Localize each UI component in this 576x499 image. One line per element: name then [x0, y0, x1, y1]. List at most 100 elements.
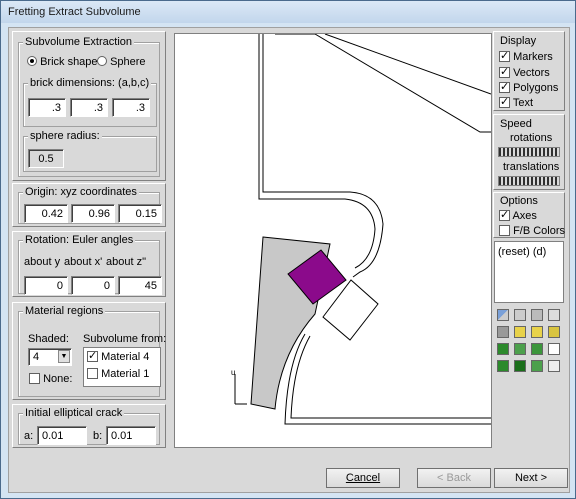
cube-wire-icon[interactable] — [548, 343, 560, 355]
axes-checkbox-indicator[interactable] — [499, 208, 510, 221]
view-iso-icon[interactable] — [514, 326, 526, 338]
speed-panel: Speed rotations translations — [493, 114, 565, 190]
view-front-icon[interactable] — [497, 309, 509, 321]
text-checkbox-indicator[interactable] — [499, 95, 510, 108]
fb-colors-checkbox[interactable]: F/B Colors — [499, 225, 565, 237]
material-1-checkbox[interactable] — [87, 368, 98, 379]
part-outline-right — [324, 34, 491, 95]
next-button[interactable]: Next > — [494, 468, 568, 488]
material-4-item[interactable]: Material 4 — [87, 349, 150, 363]
origin-z-input[interactable]: 0.15 — [118, 204, 162, 223]
brick-shape-radio[interactable]: Brick shape — [27, 56, 98, 68]
about-x-input[interactable]: 0 — [71, 276, 115, 295]
sphere-radius-legend: sphere radius: — [28, 130, 102, 142]
part-outline-top-right — [275, 34, 491, 133]
viewport-canvas[interactable] — [175, 34, 491, 447]
material-4-checkbox[interactable] — [87, 349, 98, 362]
view-yellow-icon[interactable] — [531, 326, 543, 338]
none-checkbox-indicator[interactable] — [29, 373, 40, 384]
main-window: Fretting Extract Subvolume Subvolume Ext… — [0, 0, 576, 499]
vectors-label: Vectors — [513, 67, 550, 79]
options-panel: Options Axes F/B Colors — [493, 192, 565, 238]
crack-b-input[interactable]: 0.01 — [106, 426, 156, 445]
vectors-checkbox[interactable]: Vectors — [499, 65, 550, 79]
sphere-radio[interactable]: Sphere — [97, 56, 146, 68]
subvolume-panel: Subvolume Extraction Brick shape Sphere … — [12, 31, 166, 181]
markers-checkbox[interactable]: Markers — [499, 49, 553, 63]
view-back-icon[interactable] — [514, 309, 526, 321]
brick-dimensions-legend: brick dimensions: (a,b,c) — [28, 77, 152, 89]
material-list[interactable]: Material 4 Material 1 — [83, 347, 161, 387]
cancel-button-label: Cancel — [345, 472, 381, 484]
axes-label: Axes — [512, 210, 537, 222]
crack-a-input[interactable]: 0.01 — [37, 426, 87, 445]
cube-green5-icon[interactable] — [514, 360, 526, 372]
cancel-button[interactable]: Cancel — [326, 468, 400, 488]
chevron-down-icon[interactable]: ▼ — [58, 350, 70, 363]
about-z-label: about z" — [106, 256, 146, 268]
part-outline-lower — [284, 333, 491, 425]
none-label: None: — [43, 373, 73, 385]
subvolume-extraction-group: Subvolume Extraction Brick shape Sphere … — [18, 36, 160, 177]
crack-panel: Initial elliptical crack a: 0.01 b: 0.01 — [12, 404, 166, 448]
client-area: Subvolume Extraction Brick shape Sphere … — [8, 27, 570, 493]
crack-legend: Initial elliptical crack — [23, 407, 125, 419]
options-legend: Options — [500, 195, 538, 207]
material-legend: Material regions — [23, 305, 106, 317]
title-bar[interactable]: Fretting Extract Subvolume — [1, 1, 575, 23]
part-outline-upper-inner — [258, 34, 376, 269]
vectors-checkbox-indicator[interactable] — [499, 65, 510, 78]
cube-outline-icon[interactable] — [548, 360, 560, 372]
view-toolbar — [493, 307, 565, 377]
polygons-checkbox-indicator[interactable] — [499, 80, 510, 93]
3d-viewport[interactable]: u — [174, 33, 492, 448]
cube-green6-icon[interactable] — [531, 360, 543, 372]
cube-green3-icon[interactable] — [531, 343, 543, 355]
origin-panel: Origin: xyz coordinates 0.42 0.96 0.15 — [12, 183, 166, 227]
sphere-radius-input[interactable]: 0.5 — [28, 149, 64, 168]
material-1-item[interactable]: Material 1 — [87, 368, 149, 380]
rotations-slider[interactable] — [498, 147, 560, 157]
origin-x-input[interactable]: 0.42 — [24, 204, 68, 223]
log-textbox[interactable]: (reset) (d) — [494, 241, 564, 303]
window-title: Fretting Extract Subvolume — [8, 6, 141, 18]
cube-green1-icon[interactable] — [497, 343, 509, 355]
markers-checkbox-indicator[interactable] — [499, 49, 510, 62]
about-x-label: about x' — [64, 256, 103, 268]
shaded-select-value: 4 — [33, 351, 40, 363]
axes-checkbox[interactable]: Axes — [499, 208, 537, 222]
brick-a-input[interactable]: .3 — [28, 98, 66, 117]
cube-green2-icon[interactable] — [514, 343, 526, 355]
shaded-select[interactable]: 4 ▼ — [28, 348, 72, 366]
material-panel: Material regions Shaded: 4 ▼ None: Subvo… — [12, 302, 166, 400]
view-other-icon[interactable] — [548, 309, 560, 321]
part-outline-lower-inner — [290, 335, 491, 419]
back-button-label: < Back — [437, 472, 471, 484]
sphere-radio-indicator[interactable] — [97, 56, 107, 66]
polygons-label: Polygons — [513, 82, 559, 94]
brick-b-input[interactable]: .3 — [70, 98, 108, 117]
view-yellow2-icon[interactable] — [548, 326, 560, 338]
material-4-label: Material 4 — [101, 351, 150, 363]
fb-colors-checkbox-indicator[interactable] — [499, 225, 510, 236]
brick-c-input[interactable]: .3 — [112, 98, 150, 117]
about-y-label: about y — [24, 256, 61, 268]
cube-green4-icon[interactable] — [497, 360, 509, 372]
view-top-icon[interactable] — [497, 326, 509, 338]
none-checkbox[interactable]: None: — [29, 373, 72, 385]
log-text: (reset) (d) — [498, 246, 547, 258]
sphere-radius-group: sphere radius: 0.5 — [23, 130, 157, 172]
about-z-input[interactable]: 45 — [118, 276, 162, 295]
text-checkbox[interactable]: Text — [499, 95, 534, 109]
polygons-checkbox[interactable]: Polygons — [499, 80, 559, 94]
text-label: Text — [512, 97, 534, 109]
markers-label: Markers — [513, 51, 553, 63]
display-legend: Display — [500, 35, 537, 47]
brick-radio-indicator[interactable] — [27, 56, 37, 66]
origin-y-input[interactable]: 0.96 — [71, 204, 115, 223]
back-button[interactable]: < Back — [417, 468, 491, 488]
about-y-input[interactable]: 0 — [24, 276, 68, 295]
view-side-icon[interactable] — [531, 309, 543, 321]
translations-slider[interactable] — [498, 176, 560, 186]
subvolume-from-label: Subvolume from: — [83, 333, 167, 345]
